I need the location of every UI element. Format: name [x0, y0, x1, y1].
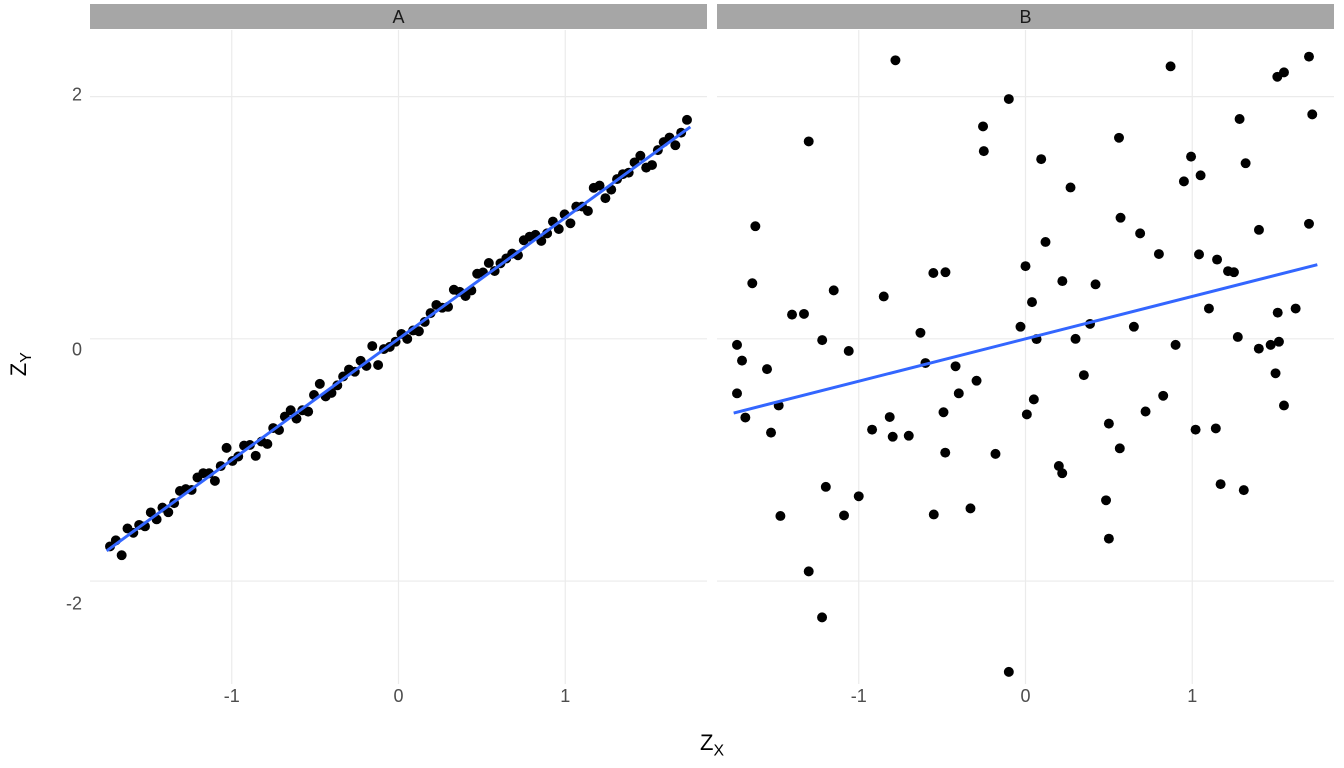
facet-b: B -1 0 1 [717, 4, 1334, 706]
y-tick-label: -2 [66, 594, 82, 615]
panel-a [90, 30, 707, 684]
points-b [732, 52, 1317, 677]
x-axis-title: ZX [90, 730, 1334, 768]
facet-label: A [392, 7, 404, 28]
facet-row: A -1 0 1 B [90, 4, 1334, 706]
panel-a-wrap [90, 30, 707, 684]
x-tick-label: 0 [1020, 686, 1030, 707]
x-tick-label: 1 [560, 686, 570, 707]
facet-label: B [1019, 7, 1031, 28]
x-tick-label: 1 [1187, 686, 1197, 707]
y-axis-subscript: Y [18, 352, 35, 363]
x-tick-label: -1 [224, 686, 240, 707]
gridlines [90, 30, 707, 684]
panel-b [717, 30, 1334, 684]
faceted-scatter-figure: ZY 2 0 -2 A -1 0 1 [0, 0, 1344, 768]
panel-a-svg [90, 30, 707, 684]
y-tick-label: 2 [72, 85, 82, 106]
x-tick-label: 0 [393, 686, 403, 707]
y-axis-title: ZY [6, 0, 36, 728]
facet-strip: A [90, 4, 707, 30]
x-ticks-a: -1 0 1 [90, 684, 707, 706]
x-ticks-b: -1 0 1 [717, 684, 1334, 706]
facet-strip: B [717, 4, 1334, 30]
x-tick-label: -1 [851, 686, 867, 707]
y-axis-ticks: 2 0 -2 [40, 0, 86, 768]
x-axis-subscript: X [713, 742, 724, 759]
panel-b-wrap [717, 30, 1334, 684]
panel-b-svg [717, 30, 1334, 684]
facet-a: A -1 0 1 [90, 4, 707, 706]
gridlines [717, 30, 1334, 684]
y-tick-label: 0 [72, 340, 82, 361]
